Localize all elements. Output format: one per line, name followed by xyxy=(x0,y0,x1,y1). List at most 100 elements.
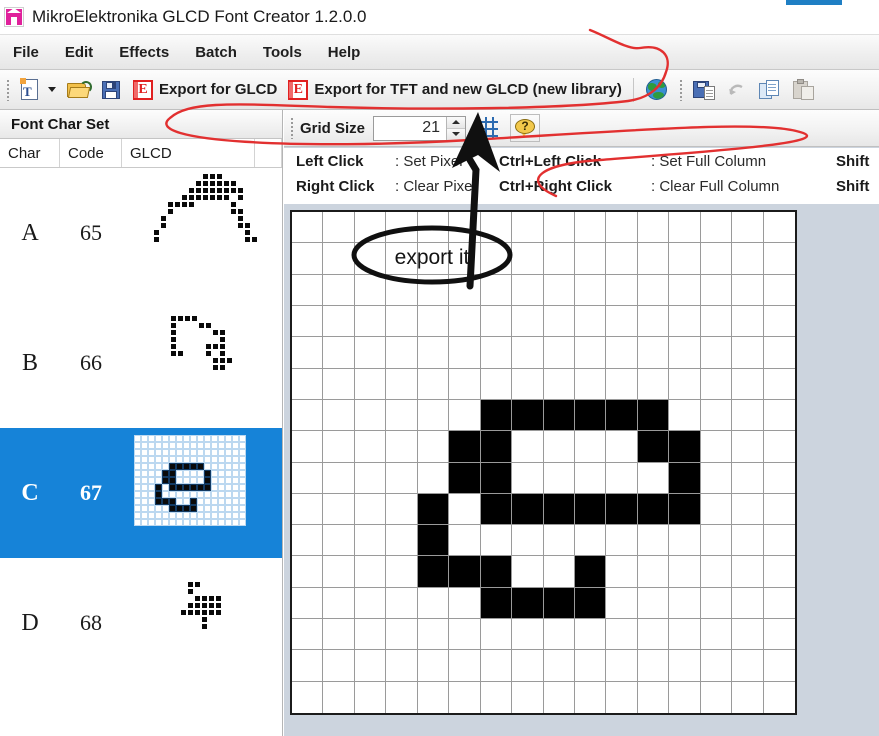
pixel-cell[interactable] xyxy=(386,587,418,620)
pixel-cell[interactable] xyxy=(480,493,513,526)
pixel-cell[interactable] xyxy=(354,274,387,306)
pixel-cell[interactable] xyxy=(543,525,575,557)
pixel-cell[interactable] xyxy=(417,274,450,306)
pixel-cell[interactable] xyxy=(512,399,544,432)
menu-item-edit[interactable]: Edit xyxy=(52,41,106,64)
help-button[interactable]: ? xyxy=(510,114,541,142)
pixel-cell[interactable] xyxy=(480,587,513,620)
export-for-glcd-button[interactable]: E Export for GLCD xyxy=(127,72,282,108)
export-for-tft-button[interactable]: E Export for TFT and new GLCD (new libra… xyxy=(282,72,627,108)
menu-item-batch[interactable]: Batch xyxy=(182,41,250,64)
pixel-cell[interactable] xyxy=(574,493,607,526)
pixel-cell[interactable] xyxy=(763,619,795,651)
pixel-cell[interactable] xyxy=(292,650,324,682)
pixel-cell[interactable] xyxy=(669,431,701,463)
pixel-cell[interactable] xyxy=(669,274,701,306)
pixel-cell[interactable] xyxy=(512,681,544,713)
pixel-cell[interactable] xyxy=(574,337,607,369)
pixel-cell[interactable] xyxy=(292,493,324,526)
pixel-cell[interactable] xyxy=(606,399,638,432)
pixel-cell[interactable] xyxy=(323,305,355,338)
pixel-cell[interactable] xyxy=(700,525,733,557)
pixel-cell[interactable] xyxy=(292,462,324,494)
pixel-cell[interactable] xyxy=(417,462,450,494)
pixel-cell[interactable] xyxy=(543,212,575,244)
pixel-cell[interactable] xyxy=(669,681,701,713)
pixel-cell[interactable] xyxy=(669,556,701,588)
pixel-cell[interactable] xyxy=(732,274,764,306)
pixel-cell[interactable] xyxy=(669,493,701,526)
pixel-cell[interactable] xyxy=(292,556,324,588)
pixel-cell[interactable] xyxy=(323,556,355,588)
pixel-cell[interactable] xyxy=(512,493,544,526)
pixel-cell[interactable] xyxy=(417,681,450,713)
pixel-cell[interactable] xyxy=(606,587,638,620)
pixel-cell[interactable] xyxy=(637,587,670,620)
pixel-cell[interactable] xyxy=(732,368,764,400)
pixel-cell[interactable] xyxy=(512,462,544,494)
pixel-cell[interactable] xyxy=(669,368,701,400)
pixel-cell[interactable] xyxy=(606,274,638,306)
pixel-cell[interactable] xyxy=(449,431,481,463)
pixel-cell[interactable] xyxy=(543,619,575,651)
pixel-cell[interactable] xyxy=(574,368,607,400)
pixel-cell[interactable] xyxy=(732,587,764,620)
pixel-cell[interactable] xyxy=(449,212,481,244)
pixel-cell[interactable] xyxy=(386,337,418,369)
pixel-cell[interactable] xyxy=(763,337,795,369)
pixel-cell[interactable] xyxy=(354,650,387,682)
pixel-cell[interactable] xyxy=(763,305,795,338)
pixel-cell[interactable] xyxy=(637,619,670,651)
pixel-cell[interactable] xyxy=(292,368,324,400)
pixel-cell[interactable] xyxy=(574,243,607,275)
pixel-cell[interactable] xyxy=(637,243,670,275)
pixel-cell[interactable] xyxy=(512,650,544,682)
pixel-cell[interactable] xyxy=(480,619,513,651)
pixel-cell[interactable] xyxy=(732,212,764,244)
grid-size-spin-buttons[interactable] xyxy=(446,116,466,140)
pixel-cell[interactable] xyxy=(480,650,513,682)
pixel-cell[interactable] xyxy=(480,399,513,432)
list-item[interactable]: B 66 xyxy=(0,298,282,428)
pixel-cell[interactable] xyxy=(763,462,795,494)
pixel-cell[interactable] xyxy=(386,681,418,713)
pixel-cell[interactable] xyxy=(543,650,575,682)
pixel-cell[interactable] xyxy=(417,493,450,526)
pixel-cell[interactable] xyxy=(417,650,450,682)
pixel-cell[interactable] xyxy=(637,212,670,244)
pixel-cell[interactable] xyxy=(574,212,607,244)
pixel-cell[interactable] xyxy=(354,525,387,557)
pixel-cell[interactable] xyxy=(543,305,575,338)
pixel-cell[interactable] xyxy=(700,243,733,275)
pixel-cell[interactable] xyxy=(763,525,795,557)
open-button[interactable] xyxy=(61,72,95,108)
pixel-cell[interactable] xyxy=(354,337,387,369)
pixel-cell[interactable] xyxy=(386,212,418,244)
pixel-cell[interactable] xyxy=(606,431,638,463)
pixel-cell[interactable] xyxy=(480,462,513,494)
grid-size-stepper[interactable]: 21 xyxy=(373,115,467,141)
pixel-cell[interactable] xyxy=(574,556,607,588)
pixel-cell[interactable] xyxy=(543,337,575,369)
pixel-cell[interactable] xyxy=(700,305,733,338)
pixel-cell[interactable] xyxy=(354,368,387,400)
pixel-cell[interactable] xyxy=(354,305,387,338)
pixel-cell[interactable] xyxy=(354,556,387,588)
pixel-cell[interactable] xyxy=(292,525,324,557)
pixel-cell[interactable] xyxy=(669,399,701,432)
pixel-cell[interactable] xyxy=(669,650,701,682)
pixel-cell[interactable] xyxy=(417,431,450,463)
pixel-cell[interactable] xyxy=(354,619,387,651)
pixel-cell[interactable] xyxy=(292,681,324,713)
pixel-cell[interactable] xyxy=(480,243,513,275)
pixel-cell[interactable] xyxy=(543,431,575,463)
spin-down-button[interactable] xyxy=(447,128,466,140)
pixel-cell[interactable] xyxy=(732,619,764,651)
list-item[interactable]: A 65 xyxy=(0,168,282,298)
pixel-cell[interactable] xyxy=(512,243,544,275)
pixel-cell[interactable] xyxy=(323,681,355,713)
pixel-cell[interactable] xyxy=(763,587,795,620)
paste-button[interactable] xyxy=(787,72,821,108)
pixel-cell[interactable] xyxy=(700,493,733,526)
pixel-cell[interactable] xyxy=(732,431,764,463)
